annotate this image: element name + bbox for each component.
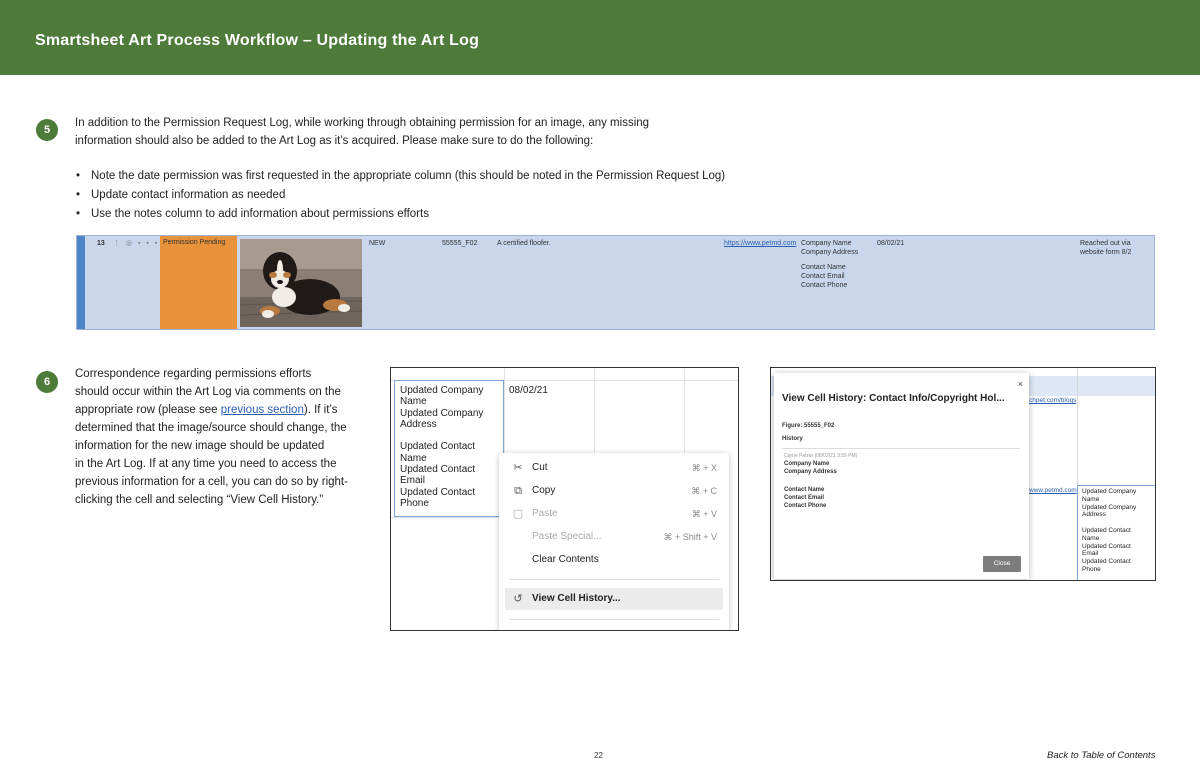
company-cell: Company Name Company Address [801, 240, 859, 256]
bullet-item: Update contact information as needed [75, 186, 725, 205]
menu-item-clear-contents[interactable]: Clear Contents [499, 549, 729, 571]
menu-shortcut: ⌘ + X [691, 463, 717, 473]
step-6-line-text: appropriate row (please see [75, 404, 221, 416]
page-number: 22 [594, 751, 603, 760]
close-button[interactable]: Close [983, 556, 1021, 572]
history-entry-author: Carrie Pelzer (08/02/21 3:55 PM) [784, 453, 858, 459]
grid-line [391, 517, 501, 518]
menu-item-cut[interactable]: ✂ Cut ⌘ + X [499, 457, 729, 479]
figure-label: Figure: 55555_F02 [782, 423, 835, 429]
menu-item-label: Paste [532, 508, 558, 519]
cell-history-dialog: × View Cell History: Contact Info/Copyri… [774, 373, 1029, 579]
menu-item-paste[interactable]: ▢ Paste ⌘ + V [499, 503, 729, 525]
row-number: 13 [97, 240, 105, 247]
menu-item-label: View Cell History... [532, 593, 621, 604]
background-cell: Updated Company Name Updated Company Add… [1077, 485, 1155, 580]
history-entry-contact: Contact Name Contact Email Contact Phone [784, 487, 827, 509]
source-url-link[interactable]: https://www.petmd.com [724, 239, 796, 248]
history-label: History [782, 436, 803, 442]
bullet-item: Use the notes column to add information … [75, 205, 725, 224]
step-5-line-2: information should also be added to the … [75, 135, 594, 147]
step-5-line-1: In addition to the Permission Request Lo… [75, 117, 650, 129]
background-cell-text: Updated Company Name Updated Company Add… [1082, 488, 1137, 573]
step-6-line: information for the new image should be … [75, 440, 325, 452]
history-entry-company: Company Name Company Address [784, 461, 837, 475]
close-icon[interactable]: × [1018, 379, 1023, 389]
step-5-bullet-list: Note the date permission was first reque… [75, 167, 725, 224]
status-cell: Permission Pending [160, 236, 237, 329]
step-6-line: Correspondence regarding permissions eff… [75, 368, 312, 380]
step-6-badge: 6 [36, 371, 58, 393]
selected-cell-text: Updated Company Name Updated Company Add… [400, 385, 484, 509]
menu-item-label: Copy [532, 485, 556, 496]
background-url-link[interactable]: chpet.com/blogs [1029, 397, 1076, 404]
menu-shortcut: ⌘ + C [691, 486, 717, 496]
divider [782, 448, 1020, 449]
menu-item-label: Clear Contents [532, 554, 599, 565]
menu-separator [509, 579, 719, 580]
date-cell: 08/02/21 [509, 385, 548, 396]
menu-shortcut: ⌘ + Shift + V [663, 532, 717, 542]
row-selection-strip [77, 236, 85, 329]
date-cell: 08/02/21 [877, 240, 905, 247]
page-title: Smartsheet Art Process Workflow – Updati… [35, 32, 480, 49]
menu-separator [509, 619, 719, 620]
scissors-icon: ✂ [513, 462, 523, 474]
status-text: Permission Pending [163, 239, 226, 246]
step-5-text: In addition to the Permission Request Lo… [75, 114, 795, 150]
step-6-line: determined that the image/source should … [75, 422, 347, 434]
copy-icon: ⧉ [514, 485, 522, 497]
paste-icon: ▢ [512, 508, 524, 520]
menu-shortcut: ⌘ + V [691, 509, 717, 519]
step-6-line: appropriate row (please see previous sec… [75, 401, 385, 419]
bullet-item: Note the date permission was first reque… [75, 167, 725, 186]
table-of-contents-link[interactable]: Back to Table of Contents [1047, 750, 1155, 761]
cell-history-screenshot: chpet.com/blogs www.petmd.com Updated Co… [770, 367, 1156, 581]
figure-number: 55555_F02 [442, 240, 478, 247]
menu-item-paste-special[interactable]: Paste Special... ⌘ + Shift + V [499, 526, 729, 548]
notes-cell: Reached out via website form 8/2 [1080, 240, 1132, 256]
selected-cell[interactable]: Updated Company Name Updated Company Add… [394, 380, 504, 517]
dialog-title: View Cell History: Contact Info/Copyrigh… [782, 393, 1005, 404]
art-log-row-screenshot: 13 ⋮ ◎ ▪ ▪ ▪ Permission Pending NEW 5555… [76, 235, 1155, 330]
menu-item-label: Cut [532, 462, 548, 473]
menu-item-label: Paste Special... [532, 531, 602, 542]
dog-photo [240, 239, 362, 327]
context-menu-screenshot: Updated Company Name Updated Company Add… [390, 367, 739, 631]
previous-section-link[interactable]: previous section [221, 404, 304, 416]
step-6-line: clicking the cell and selecting “View Ce… [75, 494, 324, 506]
row-action-icons: ⋮ ◎ ▪ ▪ ▪ [113, 240, 160, 247]
history-icon: ↺ [513, 593, 523, 605]
menu-item-copy[interactable]: ⧉ Copy ⌘ + C [499, 480, 729, 502]
step-6-text: Correspondence regarding permissions eff… [75, 365, 385, 509]
step-6-line: should occur within the Art Log via comm… [75, 386, 341, 398]
new-label: NEW [369, 240, 386, 247]
step-6-line: previous information for a cell, you can… [75, 476, 348, 488]
contact-cell: Contact Name Contact Email Contact Phone [801, 264, 848, 289]
menu-item-view-cell-history[interactable]: ↺ View Cell History... [505, 588, 723, 610]
context-menu: ✂ Cut ⌘ + X ⧉ Copy ⌘ + C ▢ Paste ⌘ + V P… [499, 453, 729, 630]
step-5-badge: 5 [36, 119, 58, 141]
description-cell: A certified floofer. [497, 240, 551, 247]
page-header: Smartsheet Art Process Workflow – Updati… [0, 0, 1200, 75]
step-6-line: in the Art Log. If at any time you need … [75, 458, 337, 470]
background-url-link[interactable]: www.petmd.com [1029, 487, 1077, 494]
step-6-line-text: ). If it’s [303, 404, 338, 416]
